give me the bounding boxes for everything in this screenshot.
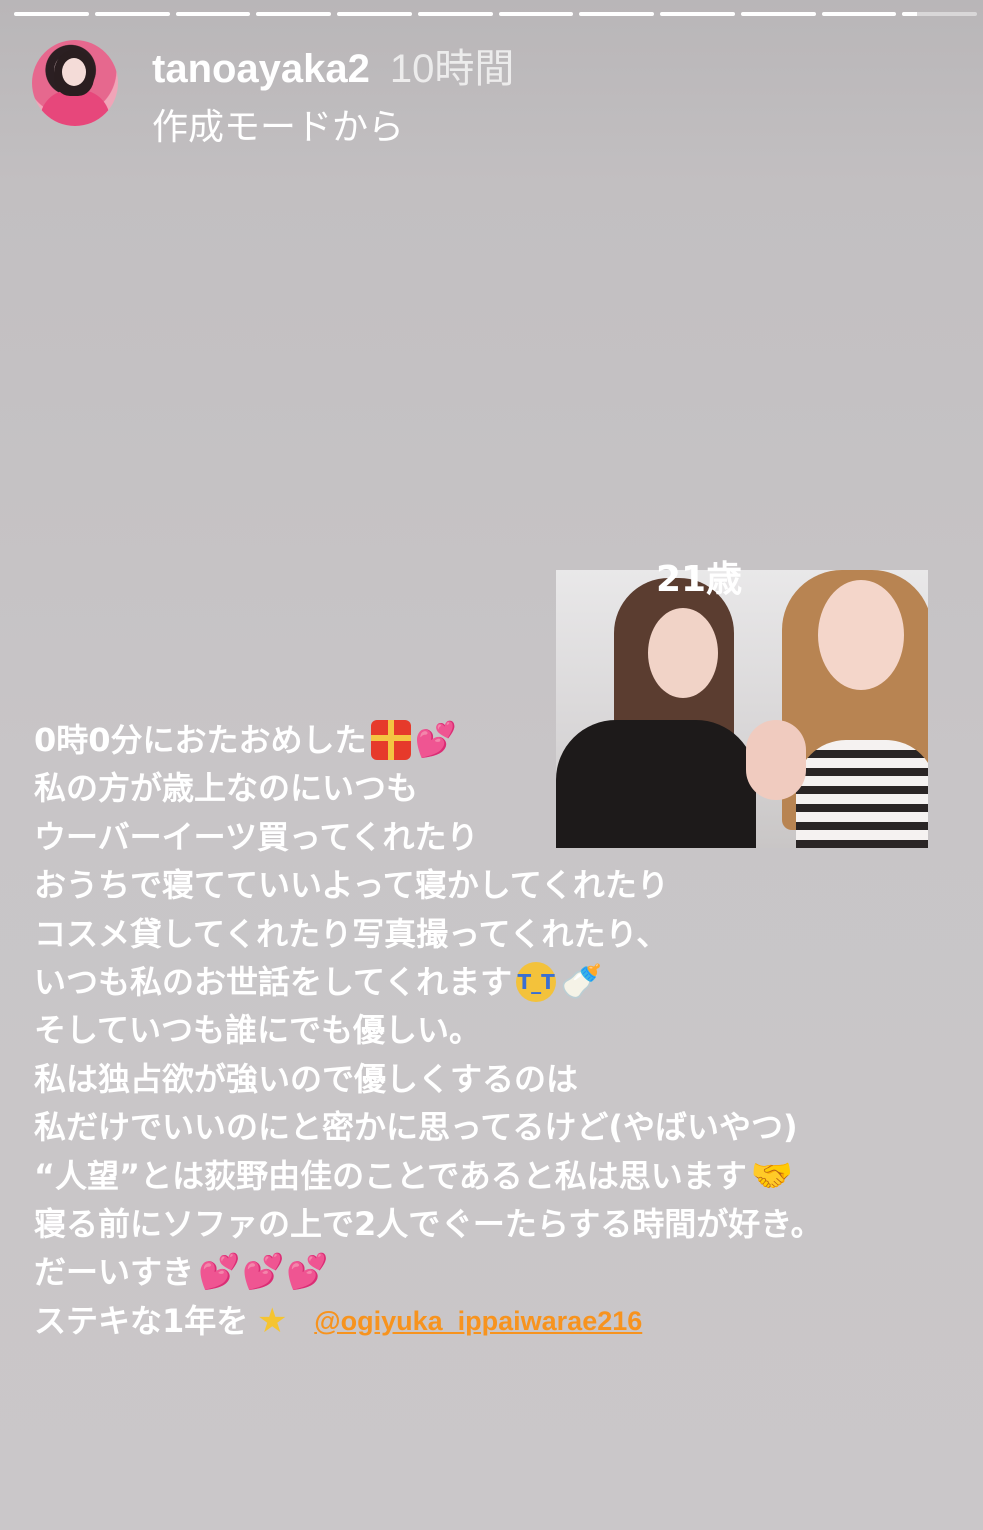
- progress-segment: [821, 12, 897, 16]
- progress-segment: [902, 12, 977, 16]
- message-line: だーいすき 💕 💕 💕: [34, 1252, 329, 1293]
- baby-bottle-emoji: 🍼: [560, 962, 603, 1003]
- message-line: “人望”とは荻野由佳のことであると私は思います 🤝: [34, 1155, 794, 1196]
- progress-segment: [256, 12, 331, 16]
- post-time: 10時間: [389, 47, 515, 91]
- message-line: いつも私のお世話をしてくれます T_T 🍼: [34, 962, 603, 1003]
- create-mode-label: 作成モードから: [152, 107, 405, 148]
- progress-segment: [579, 12, 654, 16]
- handshake-emoji: 🤝: [750, 1155, 794, 1196]
- message-line: コスメ貸してくれたり写真撮ってくれたり、: [34, 914, 669, 953]
- progress-segment: [498, 12, 574, 16]
- message-line: 私だけでいいのにと密かに思ってるけど(やばいやつ): [34, 1108, 798, 1147]
- two-hearts-emoji: 💕: [242, 1252, 285, 1293]
- mention-link[interactable]: @ogiyuka_ippaiwarae216: [314, 1297, 642, 1345]
- username[interactable]: tanoayaka2: [152, 47, 370, 92]
- story-progress-bar: [14, 12, 977, 16]
- progress-segment: [417, 12, 493, 16]
- two-hearts-emoji: 💕: [414, 720, 457, 761]
- gift-emoji: [370, 720, 411, 761]
- progress-segment: [175, 12, 251, 16]
- story-message: 0時0分におたおめした 💕 私の方が歳上なのにいつも ウーバーイーツ買ってくれた…: [34, 716, 823, 1345]
- progress-segment: [740, 12, 816, 16]
- progress-segment: [14, 12, 89, 16]
- two-hearts-emoji: 💕: [198, 1252, 241, 1293]
- glowing-star-emoji: ★: [257, 1300, 288, 1341]
- message-line: おうちで寝てていいよって寝かしてくれたり: [34, 866, 669, 905]
- loudly-crying-face-emoji: T_T: [516, 962, 557, 1003]
- progress-segment: [337, 12, 412, 16]
- photo-caption: 21歳: [656, 559, 743, 600]
- two-hearts-emoji: 💕: [286, 1252, 329, 1293]
- progress-segment: [660, 12, 735, 16]
- message-line: 私の方が歳上なのにいつも: [34, 769, 419, 808]
- message-line: 0時0分におたおめした 💕: [34, 720, 457, 761]
- avatar[interactable]: [32, 40, 118, 126]
- message-line: ウーバーイーツ買ってくれたり: [34, 817, 479, 856]
- story-header: tanoayaka2 10時間 作成モードから: [32, 40, 514, 150]
- message-line: 寝る前にソファの上で2人でぐーたらする時間が好き。: [34, 1204, 823, 1243]
- message-line: 私は独占欲が強いので優しくするのは: [34, 1059, 579, 1098]
- message-line: そしていつも誰にでも優しい。: [34, 1011, 482, 1050]
- message-line: ステキな1年を ★ @ogiyuka_ippaiwarae216: [34, 1297, 823, 1345]
- progress-segment: [94, 12, 170, 16]
